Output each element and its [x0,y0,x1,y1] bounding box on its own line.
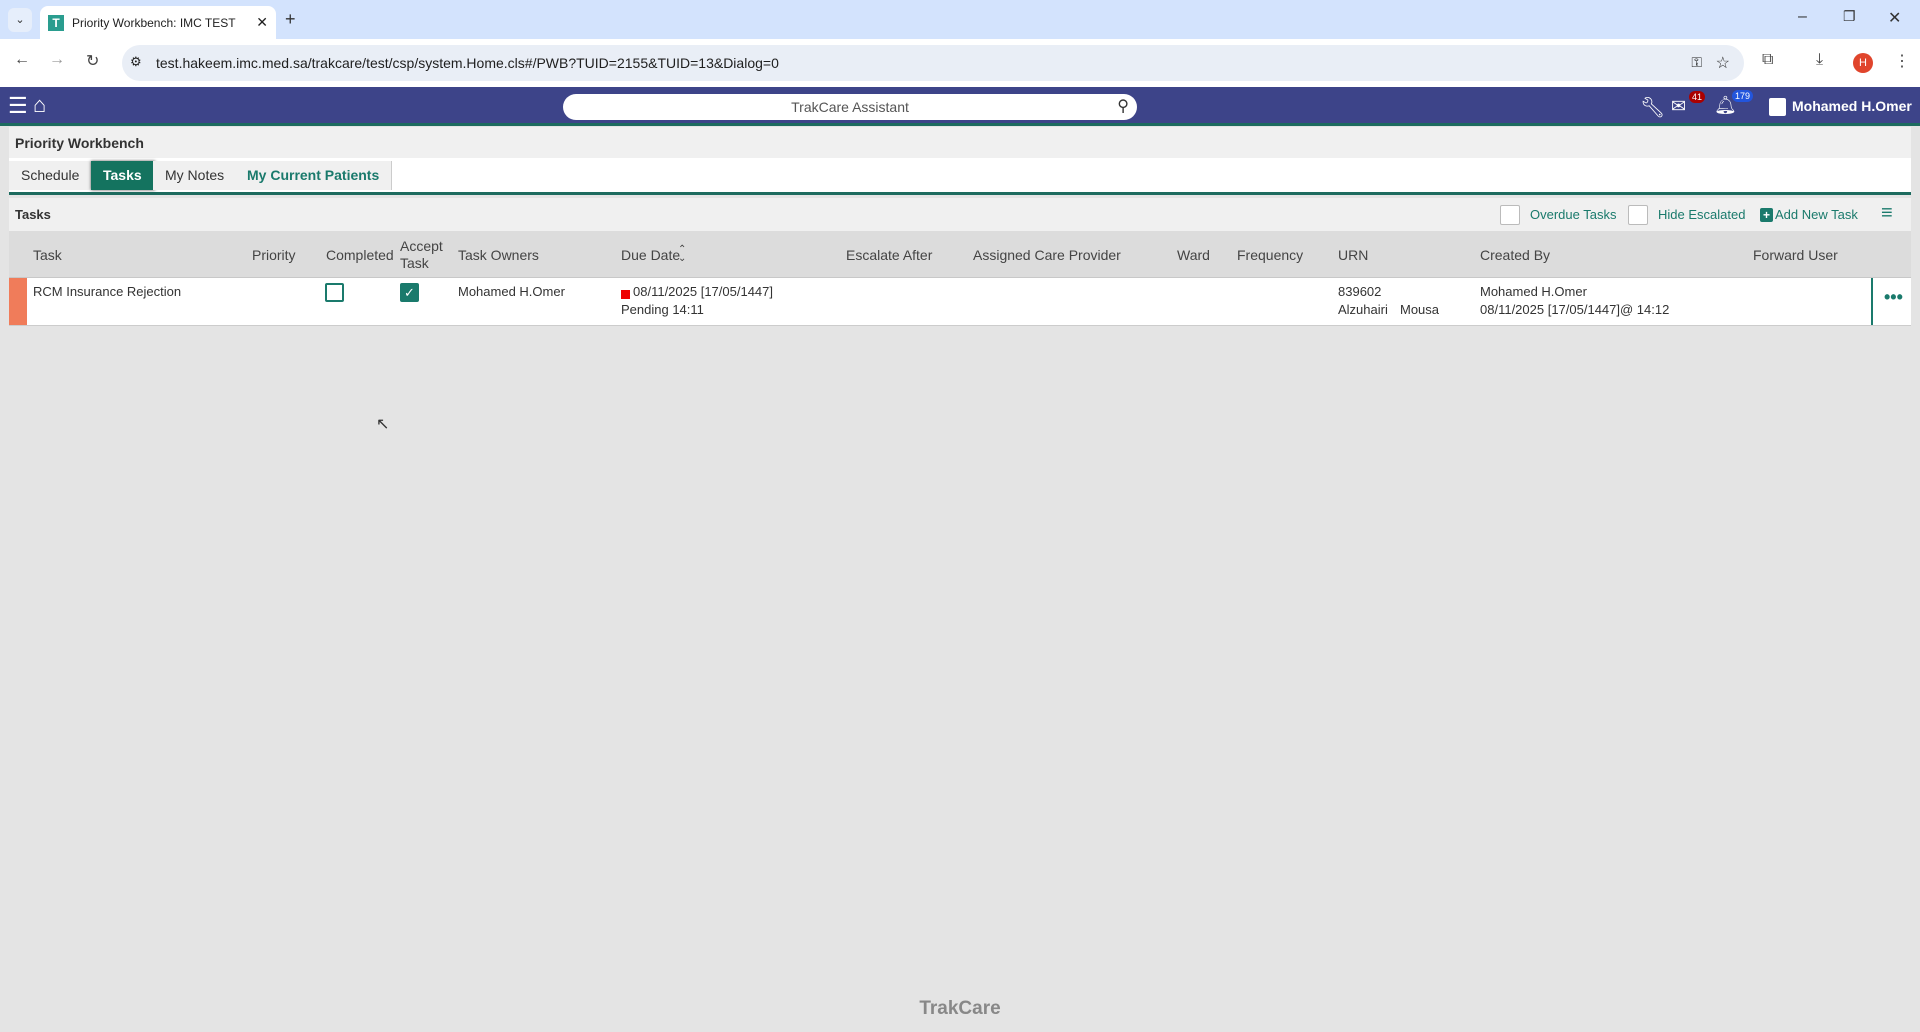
tab-schedule[interactable]: Schedule [9,161,92,190]
tab-title: Priority Workbench: IMC TEST [72,16,236,30]
column-accept-task: Accept Task [400,238,446,272]
due-date: 08/11/2025 [17/05/1447] [633,284,773,299]
tab-tasks[interactable]: Tasks [91,161,155,190]
trakcare-favicon-icon: T [48,15,64,31]
tasks-table-header: Task Priority Completed Accept Task Task… [9,231,1911,278]
overdue-tasks-checkbox[interactable] [1500,205,1520,225]
urn: 839602 [1338,284,1381,299]
filter-icon[interactable]: ≡ [1881,202,1893,225]
hide-escalated-checkbox[interactable] [1628,205,1648,225]
column-forward-user: Forward User [1753,247,1838,263]
wrench-icon[interactable]: 🔧︎ [1640,95,1665,120]
task-owner[interactable]: Mohamed H.Omer [458,284,565,299]
url-text[interactable]: test.hakeem.imc.med.sa/trakcare/test/csp… [156,55,779,71]
extensions-icon[interactable]: ⧉ [1762,51,1773,69]
user-icon[interactable] [1769,98,1786,116]
tab-search-icon[interactable]: ⌄ [8,8,32,32]
minimize-icon[interactable]: – [1798,8,1807,26]
app-header: ☰ ⌂ TrakCare Assistant ⚲ 🔧︎ ✉ 41 🔔︎ 179 … [0,87,1920,126]
close-window-icon[interactable]: ✕ [1888,8,1901,28]
browser-tab-strip: ⌄ T Priority Workbench: IMC TEST ✕ + – ❐… [0,0,1920,39]
menu-kebab-icon[interactable]: ⋮ [1894,51,1910,71]
task-link[interactable]: RCM Insurance Rejection [33,284,181,299]
tasks-title: Tasks [15,207,51,222]
created-at: 08/11/2025 [17/05/1447]@ 14:12 [1480,302,1669,317]
column-created-by: Created By [1480,247,1550,263]
overdue-indicator [621,290,630,299]
download-icon[interactable]: ⤓ [1816,51,1823,69]
add-new-task-button[interactable]: Add New Task [1775,207,1858,222]
column-frequency: Frequency [1237,247,1303,263]
workbench-tabs: Schedule Tasks My Notes My Current Patie… [9,158,1911,195]
user-name[interactable]: Mohamed H.Omer [1792,98,1912,114]
password-key-icon[interactable]: ⚿ [1691,54,1702,71]
column-urn: URN [1338,247,1368,263]
table-row[interactable]: RCM Insurance Rejection ✓ Mohamed H.Omer… [9,278,1911,326]
column-completed: Completed [326,247,394,263]
search-icon[interactable]: ⚲ [1117,94,1129,120]
more-actions-icon[interactable]: ••• [1884,287,1903,308]
column-task-owners: Task Owners [458,247,539,263]
home-icon[interactable]: ⌂ [33,92,46,118]
footer-brand: TrakCare [0,998,1920,1020]
assistant-search-input[interactable]: TrakCare Assistant ⚲ [563,94,1137,120]
created-by: Mohamed H.Omer [1480,284,1587,299]
reload-icon[interactable]: ↻ [86,51,99,71]
patient-first-name[interactable]: Alzuhairi [1338,302,1388,317]
accept-task-checkbox[interactable]: ✓ [400,283,419,302]
mouse-cursor-icon: ↖ [376,414,389,434]
back-icon[interactable]: ← [14,51,30,69]
add-icon[interactable]: + [1760,208,1773,222]
browser-tab[interactable]: T Priority Workbench: IMC TEST ✕ [40,6,276,39]
mail-icon[interactable]: ✉ [1671,96,1686,117]
column-due-date[interactable]: Due Date [621,247,680,263]
restore-icon[interactable]: ❐ [1843,8,1856,25]
bookmark-star-icon[interactable]: ☆ [1716,53,1730,73]
notification-count-badge: 179 [1732,90,1753,102]
page-title: Priority Workbench [9,127,1911,158]
column-assigned-care-provider: Assigned Care Provider [973,247,1121,263]
site-info-icon[interactable]: ⚙ [130,54,142,70]
tasks-toolbar: Tasks Overdue Tasks Hide Escalated + Add… [9,198,1911,231]
overdue-tasks-label[interactable]: Overdue Tasks [1530,207,1616,222]
patient-last-name[interactable]: Mousa [1400,302,1439,317]
column-ward: Ward [1177,247,1210,263]
search-placeholder: TrakCare Assistant [791,99,909,115]
column-escalate-after: Escalate After [846,247,932,263]
sort-icon[interactable]: ⌃⌄ [678,245,686,263]
new-tab-icon[interactable]: + [285,9,296,30]
row-divider [1871,278,1873,325]
mail-count-badge: 41 [1689,91,1705,103]
column-task: Task [33,247,62,263]
column-priority: Priority [252,247,296,263]
tab-my-current-patients[interactable]: My Current Patients [235,161,392,190]
completed-checkbox[interactable] [325,283,344,302]
hide-escalated-label[interactable]: Hide Escalated [1658,207,1745,222]
due-status: Pending 14:11 [621,302,704,317]
forward-icon[interactable]: → [49,51,65,69]
priority-indicator [9,278,27,325]
profile-avatar[interactable]: H [1853,53,1873,73]
tab-my-notes[interactable]: My Notes [153,161,237,190]
browser-toolbar: ← → ↻ ⚙ test.hakeem.imc.med.sa/trakcare/… [0,39,1920,87]
hamburger-menu-icon[interactable]: ☰ [8,93,28,119]
address-bar[interactable]: ⚙ test.hakeem.imc.med.sa/trakcare/test/c… [122,45,1744,81]
close-tab-icon[interactable]: ✕ [256,14,268,31]
